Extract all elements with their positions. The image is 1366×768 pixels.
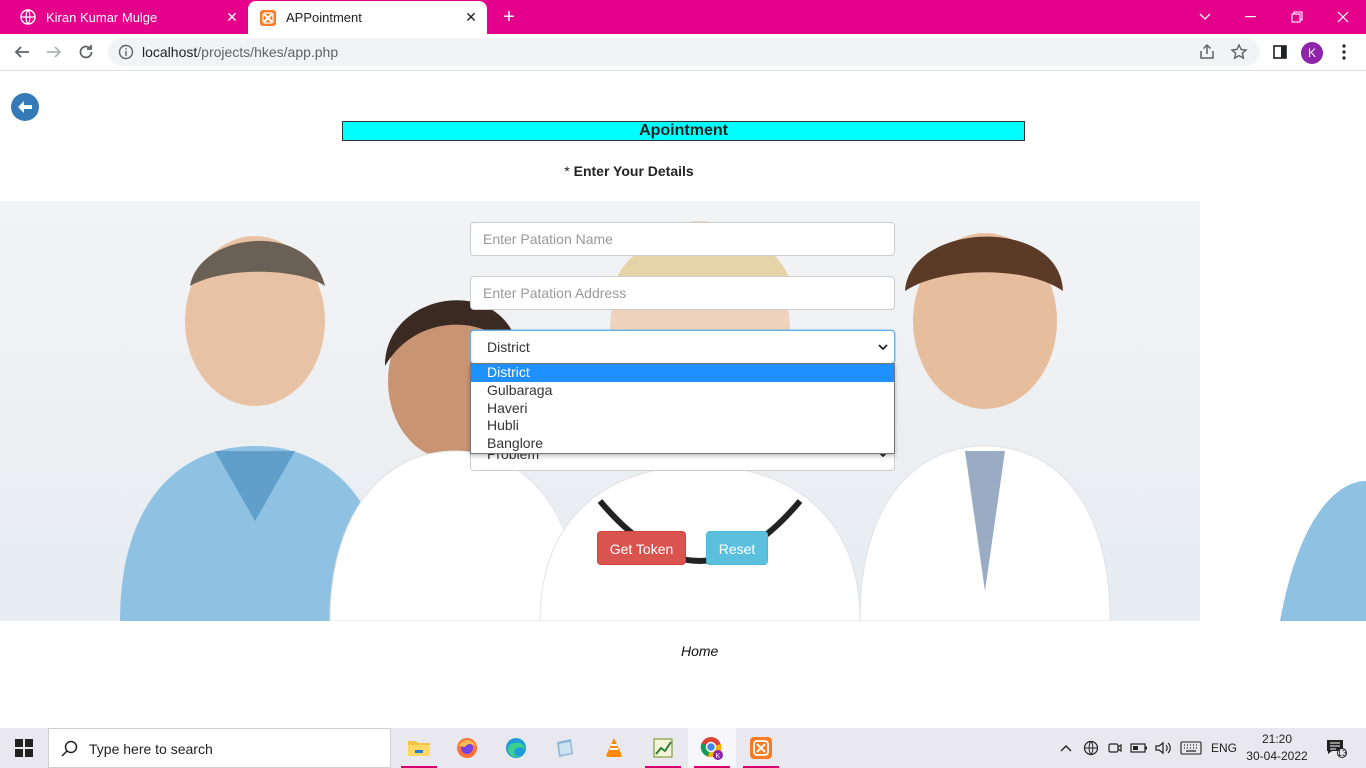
- clock-time: 21:20: [1261, 732, 1293, 746]
- xampp-taskbar-icon[interactable]: [737, 728, 785, 768]
- file-explorer-icon[interactable]: [395, 728, 443, 768]
- tab-kiran-kumar-mulge[interactable]: Kiran Kumar Mulge ✕: [8, 0, 248, 34]
- meet-now-icon[interactable]: [1104, 728, 1126, 768]
- patient-address-input[interactable]: Enter Patation Address: [470, 276, 895, 310]
- chrome-icon[interactable]: K: [688, 728, 736, 768]
- notification-center-button[interactable]: 13: [1318, 728, 1354, 768]
- reset-button[interactable]: Reset: [706, 531, 768, 565]
- arrow-left-icon: [18, 101, 32, 113]
- windows-logo-icon: [15, 739, 33, 757]
- search-icon: [61, 740, 78, 757]
- taskbar-clock[interactable]: 21:20 30-04-2022: [1246, 731, 1308, 765]
- firefox-icon[interactable]: [443, 728, 491, 768]
- windows-taskbar: Type here to search K ENG 21:20 30-04-20…: [0, 728, 1366, 768]
- star-bookmark-icon[interactable]: [1230, 43, 1248, 61]
- close-tab-icon[interactable]: ✕: [220, 9, 244, 26]
- district-option[interactable]: Gulbaraga: [471, 382, 894, 400]
- network-globe-icon[interactable]: [1080, 728, 1102, 768]
- keyboard-icon[interactable]: [1178, 728, 1204, 768]
- home-link[interactable]: Home: [681, 643, 718, 659]
- vlc-icon[interactable]: [590, 728, 638, 768]
- hero-right-strip: [1200, 201, 1366, 621]
- district-dropdown-list: District Gulbaraga Haveri Hubli Banglore: [470, 363, 895, 454]
- kebab-menu-icon[interactable]: [1332, 40, 1356, 64]
- chevron-down-icon: [878, 344, 888, 351]
- district-select[interactable]: District: [470, 330, 895, 364]
- clock-date: 30-04-2022: [1246, 749, 1308, 763]
- chart-app-icon[interactable]: [639, 728, 687, 768]
- tab-title: APPointment: [286, 10, 362, 25]
- share-icon[interactable]: [1198, 43, 1216, 61]
- language-indicator[interactable]: ENG: [1208, 728, 1240, 768]
- arrow-right-icon: [47, 46, 62, 58]
- back-arrow-button[interactable]: [11, 93, 39, 121]
- district-option[interactable]: Banglore: [471, 435, 894, 453]
- get-token-button[interactable]: Get Token: [597, 531, 686, 565]
- battery-icon[interactable]: [1128, 728, 1150, 768]
- address-bar[interactable]: localhost/projects/hkes/app.php: [108, 38, 1260, 66]
- tab-title: Kiran Kumar Mulge: [46, 9, 158, 25]
- notepad-app-icon[interactable]: [541, 728, 589, 768]
- district-option[interactable]: District: [471, 364, 894, 382]
- tab-appointment[interactable]: APPointment ✕: [248, 1, 487, 34]
- notification-count: 13: [1337, 748, 1348, 758]
- url-text: localhost/projects/hkes/app.php: [142, 44, 339, 60]
- back-button[interactable]: [8, 38, 36, 66]
- close-window-button[interactable]: [1320, 0, 1366, 34]
- reload-icon: [79, 45, 93, 59]
- close-tab-icon[interactable]: ✕: [459, 9, 483, 26]
- reload-button[interactable]: [72, 38, 100, 66]
- profile-avatar[interactable]: K: [1301, 42, 1323, 64]
- restore-button[interactable]: [1274, 0, 1320, 34]
- forward-button[interactable]: [40, 38, 68, 66]
- browser-tab-strip: Kiran Kumar Mulge ✕ APPointment ✕ +: [0, 0, 1366, 34]
- district-option[interactable]: Haveri: [471, 400, 894, 418]
- search-placeholder: Type here to search: [89, 741, 213, 757]
- xampp-icon: [260, 9, 276, 26]
- taskbar-search-box[interactable]: Type here to search: [48, 728, 391, 768]
- start-button[interactable]: [0, 728, 48, 768]
- volume-icon[interactable]: [1152, 728, 1174, 768]
- page-content: Apointment * Enter Your Details Enter Pa…: [0, 71, 1366, 728]
- arrow-left-icon: [14, 46, 29, 58]
- svg-text:K: K: [716, 753, 721, 760]
- district-option[interactable]: Hubli: [471, 417, 894, 435]
- new-tab-button[interactable]: +: [497, 5, 521, 29]
- browser-toolbar: localhost/projects/hkes/app.php K: [0, 34, 1366, 71]
- globe-icon: [20, 9, 36, 25]
- info-icon[interactable]: [118, 44, 134, 60]
- side-panel-icon[interactable]: [1268, 40, 1292, 64]
- patient-name-input[interactable]: Enter Patation Name: [470, 222, 895, 256]
- chevron-up-icon[interactable]: [1056, 728, 1076, 768]
- page-title: Apointment: [342, 121, 1025, 141]
- edge-icon[interactable]: [492, 728, 540, 768]
- form-subtitle: * Enter Your Details: [564, 163, 694, 179]
- tab-search-icon[interactable]: [1182, 0, 1228, 34]
- district-selected-value: District: [487, 339, 530, 355]
- minimize-button[interactable]: [1228, 0, 1274, 34]
